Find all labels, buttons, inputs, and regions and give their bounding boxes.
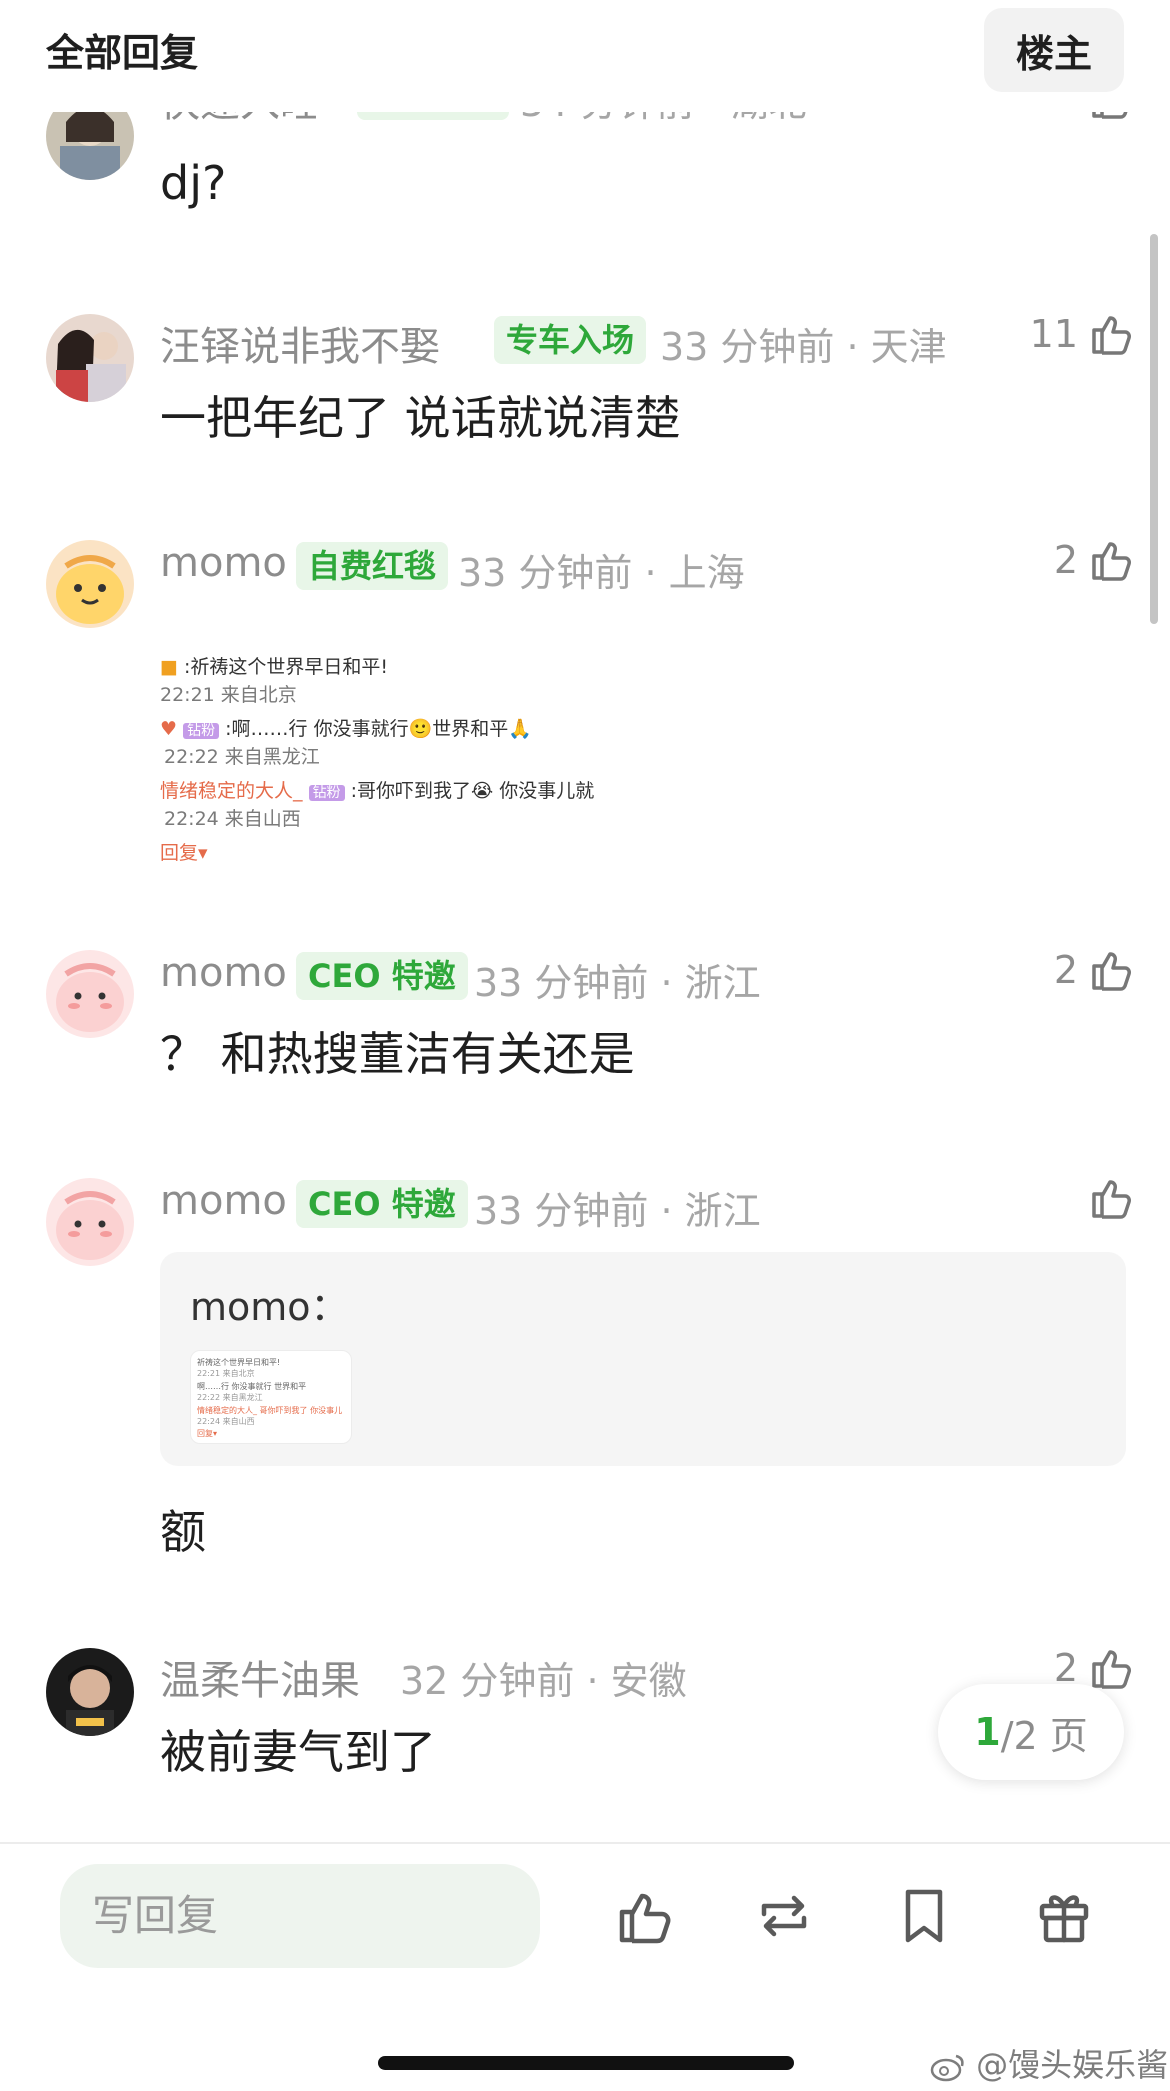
quoted-image-thumbnail[interactable]: 祈祷这个世界早日和平! 22:21 来自北京 啊……行 你没事就行 世界和平 2… [190,1350,352,1444]
screenshot-line-1: :祈祷这个世界早日和平! [184,656,389,678]
header-cover: 全部回复 楼主 [0,0,1170,100]
total-pages: /2 页 [1000,1713,1088,1758]
screenshot-line-3: :哥你吓到我了😭 你没事儿就 [350,780,595,802]
thumb-line: 22:22 来自黑龙江 [197,1393,263,1402]
only-op-button-overlay[interactable]: 楼主 [984,8,1124,92]
screenshot-time-1: 22:21 来自北京 [160,684,297,706]
like-button[interactable]: 11 [1030,310,1136,358]
comment-item: momo CEO 特邀 33 分钟前 · 浙江 momo： 祈祷这个世界早日和平… [0,1170,1170,1570]
user-badge: 专车入场 [494,316,647,364]
thumb-up-icon [1092,1650,1131,1689]
screenshot-time-3: 22:24 来自山西 [164,808,301,830]
comment-meta: 33 分钟前 · 天津 [660,325,947,369]
like-count: 11 [1029,312,1078,356]
quoted-comment[interactable]: momo： 祈祷这个世界早日和平! 22:21 来自北京 啊……行 你没事就行 … [160,1252,1126,1466]
like-count: 2 [1053,948,1078,992]
comment-meta: 32 分钟前 · 安徽 [400,1659,687,1703]
thumb-up-icon [1092,952,1131,991]
thumb-line: 啊……行 你没事就行 世界和平 [197,1382,307,1391]
comment-meta: 33 分钟前 · 上海 [458,551,745,595]
screenshot-more: 回复▾ [160,842,208,864]
thumb-line: 22:21 来自北京 [197,1369,255,1378]
comment-image[interactable]: ■ :祈祷这个世界早日和平! 22:21 来自北京 ♥ 钻粉 :啊……行 你没事… [160,652,600,872]
thumb-line: 祈祷这个世界早日和平! [197,1358,281,1367]
watermark-text: @馒头娱乐酱 [976,2046,1169,2084]
avatar[interactable] [46,1178,134,1266]
watermark: @馒头娱乐酱 [930,2040,1168,2086]
thumb-line: 回复▾ [197,1429,218,1438]
like-button[interactable] [1088,1174,1136,1222]
thumb-up-icon[interactable] [614,1884,678,1948]
screenshot-user-3: 情绪稳定的大人_ [160,780,303,802]
comment-meta: 33 分钟前 · 浙江 [474,961,761,1005]
username[interactable]: momo [160,540,287,586]
gift-icon[interactable] [1032,1884,1096,1948]
reply-input[interactable]: 写回复 [60,1864,540,1968]
like-button[interactable]: 2 [1054,946,1136,994]
comment-text: 额 [160,1505,206,1559]
like-count: 2 [1053,538,1078,582]
home-indicator[interactable] [378,2056,794,2070]
comment-text: dj? [160,156,227,210]
username[interactable]: 温柔牛油果 [160,1648,360,1706]
user-badge: CEO 特邀 [296,952,468,1000]
thumb-up-icon [1092,316,1131,355]
avatar[interactable] [46,950,134,1038]
weibo-logo-icon [930,2054,964,2082]
comment-item: 汪铎说非我不娶 专车入场 33 分钟前 · 天津 11 一把年纪了 说话就说清楚 [0,306,1170,456]
comment-meta: 33 分钟前 · 浙江 [474,1189,761,1233]
page-title-overlay: 全部回复 [46,31,199,75]
quoted-username: momo： [190,1285,349,1329]
repost-icon[interactable] [752,1884,816,1948]
page-indicator[interactable]: 1/2 页 [938,1684,1124,1780]
comment-text: ？ 和热搜董洁有关还是 [160,1027,635,1081]
username[interactable]: 汪铎说非我不娶 [160,314,440,372]
screenshot-line-2: :啊……行 你没事就行🙂世界和平🙏 [225,718,532,740]
current-page: 1 [974,1710,1001,1754]
thumb-line: 22:24 来自山西 [197,1417,255,1426]
thumb-up-icon [1092,542,1131,581]
user-badge: CEO 特邀 [296,1180,468,1228]
username[interactable]: momo [160,1178,287,1224]
like-button[interactable]: 2 [1054,536,1136,584]
username[interactable]: momo [160,950,287,996]
avatar[interactable] [46,1648,134,1736]
user-badge: 自费红毯 [296,542,449,590]
comment-item: momo 自费红毯 33 分钟前 · 上海 2 ■ :祈祷这个世界早日和平! 2… [0,532,1170,864]
comment-text: 一把年纪了 说话就说清楚 [160,391,681,445]
comment-text: 被前妻气到了 [160,1725,436,1779]
screenshot-time-2: 22:22 来自黑龙江 [164,746,320,768]
avatar[interactable] [46,314,134,402]
avatar[interactable] [46,540,134,628]
thumb-line: 情绪稳定的大人_ 哥你吓到我了 你没事儿 [197,1406,343,1415]
comment-item: momo CEO 特邀 33 分钟前 · 浙江 2 ？ 和热搜董洁有关还是 [0,942,1170,1092]
thumb-up-icon [1092,1180,1131,1219]
bookmark-icon[interactable] [892,1884,956,1948]
